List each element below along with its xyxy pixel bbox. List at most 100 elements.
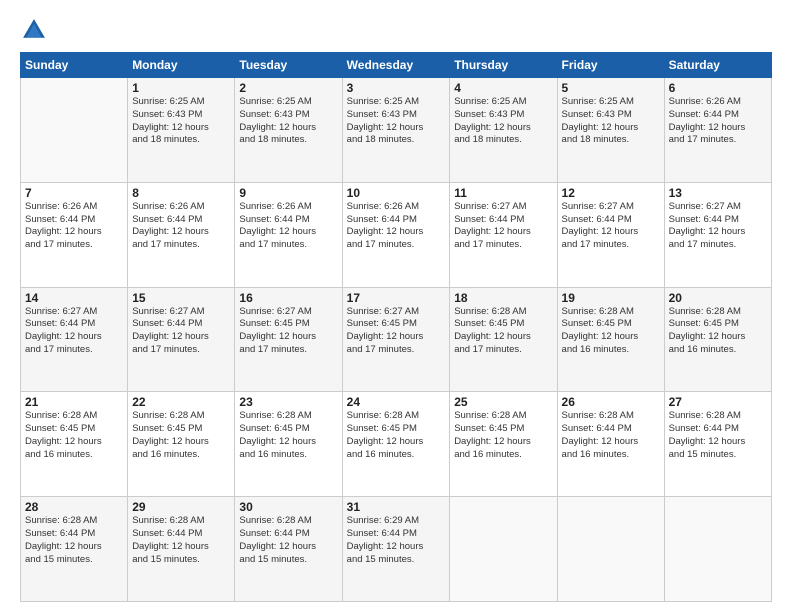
day-number: 6 [669,81,767,95]
calendar-cell: 17Sunrise: 6:27 AMSunset: 6:45 PMDayligh… [342,287,450,392]
calendar-cell: 23Sunrise: 6:28 AMSunset: 6:45 PMDayligh… [235,392,342,497]
calendar-cell: 21Sunrise: 6:28 AMSunset: 6:45 PMDayligh… [21,392,128,497]
calendar-week-row: 28Sunrise: 6:28 AMSunset: 6:44 PMDayligh… [21,497,772,602]
calendar-cell: 7Sunrise: 6:26 AMSunset: 6:44 PMDaylight… [21,182,128,287]
day-info: Sunrise: 6:26 AMSunset: 6:44 PMDaylight:… [25,201,123,252]
day-number: 16 [239,291,337,305]
weekday-header: Friday [557,53,664,78]
day-number: 1 [132,81,230,95]
day-number: 23 [239,395,337,409]
calendar-week-row: 7Sunrise: 6:26 AMSunset: 6:44 PMDaylight… [21,182,772,287]
day-number: 12 [562,186,660,200]
calendar-week-row: 1Sunrise: 6:25 AMSunset: 6:43 PMDaylight… [21,78,772,183]
day-info: Sunrise: 6:28 AMSunset: 6:45 PMDaylight:… [25,410,123,461]
day-number: 19 [562,291,660,305]
day-number: 29 [132,500,230,514]
weekday-header: Monday [128,53,235,78]
calendar-cell: 30Sunrise: 6:28 AMSunset: 6:44 PMDayligh… [235,497,342,602]
day-number: 4 [454,81,552,95]
day-number: 3 [347,81,446,95]
calendar-week-row: 14Sunrise: 6:27 AMSunset: 6:44 PMDayligh… [21,287,772,392]
day-number: 11 [454,186,552,200]
calendar-header-row: SundayMondayTuesdayWednesdayThursdayFrid… [21,53,772,78]
calendar-cell: 15Sunrise: 6:27 AMSunset: 6:44 PMDayligh… [128,287,235,392]
day-info: Sunrise: 6:28 AMSunset: 6:44 PMDaylight:… [669,410,767,461]
day-info: Sunrise: 6:28 AMSunset: 6:44 PMDaylight:… [562,410,660,461]
day-number: 21 [25,395,123,409]
day-info: Sunrise: 6:28 AMSunset: 6:45 PMDaylight:… [239,410,337,461]
calendar-body: 1Sunrise: 6:25 AMSunset: 6:43 PMDaylight… [21,78,772,602]
day-info: Sunrise: 6:27 AMSunset: 6:44 PMDaylight:… [454,201,552,252]
day-info: Sunrise: 6:26 AMSunset: 6:44 PMDaylight:… [239,201,337,252]
day-info: Sunrise: 6:27 AMSunset: 6:45 PMDaylight:… [347,306,446,357]
calendar-cell: 12Sunrise: 6:27 AMSunset: 6:44 PMDayligh… [557,182,664,287]
weekday-header: Thursday [450,53,557,78]
day-info: Sunrise: 6:28 AMSunset: 6:44 PMDaylight:… [239,515,337,566]
day-info: Sunrise: 6:27 AMSunset: 6:44 PMDaylight:… [25,306,123,357]
calendar-cell: 16Sunrise: 6:27 AMSunset: 6:45 PMDayligh… [235,287,342,392]
calendar-cell [21,78,128,183]
calendar-table: SundayMondayTuesdayWednesdayThursdayFrid… [20,52,772,602]
day-number: 5 [562,81,660,95]
day-number: 14 [25,291,123,305]
day-info: Sunrise: 6:25 AMSunset: 6:43 PMDaylight:… [239,96,337,147]
calendar-cell: 10Sunrise: 6:26 AMSunset: 6:44 PMDayligh… [342,182,450,287]
calendar-cell [557,497,664,602]
calendar-cell: 13Sunrise: 6:27 AMSunset: 6:44 PMDayligh… [664,182,771,287]
calendar-cell [664,497,771,602]
day-number: 20 [669,291,767,305]
day-number: 26 [562,395,660,409]
calendar-cell: 2Sunrise: 6:25 AMSunset: 6:43 PMDaylight… [235,78,342,183]
calendar-cell: 27Sunrise: 6:28 AMSunset: 6:44 PMDayligh… [664,392,771,497]
logo [20,16,52,44]
day-info: Sunrise: 6:25 AMSunset: 6:43 PMDaylight:… [132,96,230,147]
day-number: 8 [132,186,230,200]
weekday-header: Wednesday [342,53,450,78]
day-info: Sunrise: 6:27 AMSunset: 6:44 PMDaylight:… [669,201,767,252]
day-info: Sunrise: 6:28 AMSunset: 6:45 PMDaylight:… [454,410,552,461]
day-info: Sunrise: 6:27 AMSunset: 6:44 PMDaylight:… [562,201,660,252]
day-info: Sunrise: 6:25 AMSunset: 6:43 PMDaylight:… [562,96,660,147]
day-info: Sunrise: 6:25 AMSunset: 6:43 PMDaylight:… [347,96,446,147]
calendar-cell: 6Sunrise: 6:26 AMSunset: 6:44 PMDaylight… [664,78,771,183]
calendar-cell: 9Sunrise: 6:26 AMSunset: 6:44 PMDaylight… [235,182,342,287]
calendar-cell: 29Sunrise: 6:28 AMSunset: 6:44 PMDayligh… [128,497,235,602]
day-number: 25 [454,395,552,409]
weekday-header: Sunday [21,53,128,78]
day-number: 27 [669,395,767,409]
day-info: Sunrise: 6:27 AMSunset: 6:44 PMDaylight:… [132,306,230,357]
calendar-cell: 19Sunrise: 6:28 AMSunset: 6:45 PMDayligh… [557,287,664,392]
day-info: Sunrise: 6:29 AMSunset: 6:44 PMDaylight:… [347,515,446,566]
day-info: Sunrise: 6:28 AMSunset: 6:45 PMDaylight:… [454,306,552,357]
weekday-header: Saturday [664,53,771,78]
calendar-cell: 26Sunrise: 6:28 AMSunset: 6:44 PMDayligh… [557,392,664,497]
calendar-cell: 22Sunrise: 6:28 AMSunset: 6:45 PMDayligh… [128,392,235,497]
day-number: 22 [132,395,230,409]
day-info: Sunrise: 6:26 AMSunset: 6:44 PMDaylight:… [132,201,230,252]
day-info: Sunrise: 6:28 AMSunset: 6:44 PMDaylight:… [25,515,123,566]
day-number: 24 [347,395,446,409]
day-number: 9 [239,186,337,200]
day-info: Sunrise: 6:28 AMSunset: 6:45 PMDaylight:… [669,306,767,357]
calendar-cell: 5Sunrise: 6:25 AMSunset: 6:43 PMDaylight… [557,78,664,183]
calendar-cell: 25Sunrise: 6:28 AMSunset: 6:45 PMDayligh… [450,392,557,497]
day-info: Sunrise: 6:28 AMSunset: 6:44 PMDaylight:… [132,515,230,566]
calendar-cell: 31Sunrise: 6:29 AMSunset: 6:44 PMDayligh… [342,497,450,602]
day-info: Sunrise: 6:25 AMSunset: 6:43 PMDaylight:… [454,96,552,147]
calendar-week-row: 21Sunrise: 6:28 AMSunset: 6:45 PMDayligh… [21,392,772,497]
day-number: 15 [132,291,230,305]
day-number: 18 [454,291,552,305]
calendar-cell: 11Sunrise: 6:27 AMSunset: 6:44 PMDayligh… [450,182,557,287]
weekday-header: Tuesday [235,53,342,78]
day-info: Sunrise: 6:26 AMSunset: 6:44 PMDaylight:… [347,201,446,252]
calendar-cell: 18Sunrise: 6:28 AMSunset: 6:45 PMDayligh… [450,287,557,392]
day-number: 30 [239,500,337,514]
day-info: Sunrise: 6:26 AMSunset: 6:44 PMDaylight:… [669,96,767,147]
calendar-cell [450,497,557,602]
calendar-cell: 14Sunrise: 6:27 AMSunset: 6:44 PMDayligh… [21,287,128,392]
calendar-cell: 28Sunrise: 6:28 AMSunset: 6:44 PMDayligh… [21,497,128,602]
logo-icon [20,16,48,44]
page: SundayMondayTuesdayWednesdayThursdayFrid… [0,0,792,612]
calendar-cell: 1Sunrise: 6:25 AMSunset: 6:43 PMDaylight… [128,78,235,183]
day-number: 2 [239,81,337,95]
